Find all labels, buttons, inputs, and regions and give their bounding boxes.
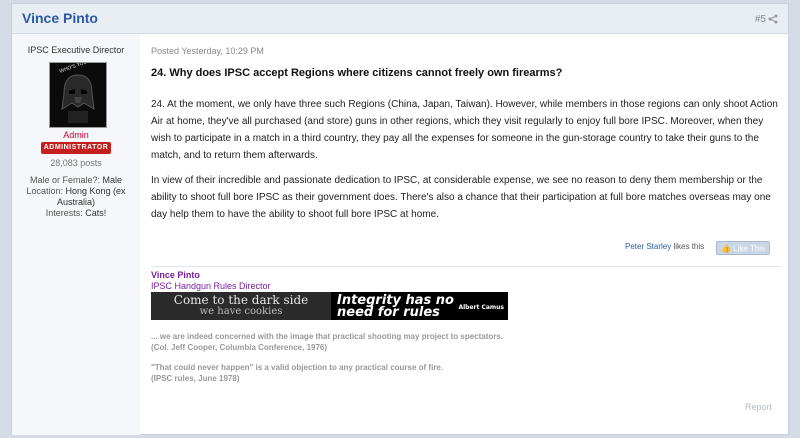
field-value: Cats! bbox=[85, 208, 107, 218]
avatar[interactable]: WHO'S YOUR DADDY? bbox=[49, 62, 107, 128]
quote-source: (IPSC rules, June 1978) bbox=[151, 374, 240, 383]
post-paragraph-2: In view of their incredible and passiona… bbox=[151, 175, 771, 220]
signature-quote-2: "That could never happen" is a valid obj… bbox=[151, 362, 443, 384]
signature-name: Vince Pinto bbox=[151, 270, 200, 280]
like-button[interactable]: 👍 Like This bbox=[716, 241, 770, 255]
user-title: IPSC Executive Director bbox=[27, 45, 125, 55]
likes-text: Peter Starley likes this bbox=[625, 242, 704, 251]
profile-fields: Male or Female?: Male Location: Hong Kon… bbox=[12, 175, 140, 219]
post-paragraph-1: 24. At the moment, we only have three su… bbox=[151, 99, 778, 161]
role-badge: ADMINISTRATOR bbox=[41, 142, 111, 154]
post-count: 28,083 posts bbox=[50, 158, 102, 168]
post-header: Vince Pinto #5 bbox=[12, 4, 788, 34]
profile-field-location: Location: Hong Kong (ex Australia) bbox=[12, 186, 140, 208]
thumbs-up-icon: 👍 bbox=[720, 244, 731, 253]
quote-text: "That could never happen" is a valid obj… bbox=[151, 363, 444, 372]
signature-banner-integrity: Integrity has no need for rules Albert C… bbox=[331, 292, 508, 320]
banner-line-2: we have cookies bbox=[199, 306, 283, 317]
post-question: 24. Why does IPSC accept Regions where c… bbox=[151, 67, 563, 79]
forum-post: Vince Pinto #5 IPSC Executive Director W… bbox=[11, 3, 789, 435]
post-timestamp: Posted Yesterday, 10:29 PM bbox=[151, 46, 264, 56]
author-sidebar: IPSC Executive Director WHO'S YOUR DADDY… bbox=[12, 34, 140, 435]
signature-title: IPSC Handgun Rules Director bbox=[151, 281, 271, 291]
profile-field-interests: Interests: Cats! bbox=[12, 208, 140, 219]
field-label: Interests: bbox=[45, 208, 83, 218]
likes-suffix: likes this bbox=[671, 242, 705, 251]
author-name-link[interactable]: Vince Pinto bbox=[22, 10, 98, 26]
liker-link[interactable]: Peter Starley bbox=[625, 242, 671, 251]
field-label: Male or Female?: bbox=[29, 175, 100, 185]
profile-field-gender: Male or Female?: Male bbox=[12, 175, 140, 186]
user-role: Admin bbox=[63, 130, 89, 140]
like-button-label: Like This bbox=[733, 244, 766, 253]
share-icon[interactable] bbox=[768, 14, 778, 24]
darth-vader-avatar-image: WHO'S YOUR DADDY? bbox=[50, 63, 106, 127]
signature-divider bbox=[151, 266, 781, 267]
signature-banner-dark-side: Come to the dark side we have cookies bbox=[151, 292, 331, 320]
post-number-link[interactable]: #5 bbox=[755, 14, 766, 25]
signature-quote-1: ... we are indeed concerned with the ima… bbox=[151, 331, 503, 353]
quote-source: (Col. Jeff Cooper, Columbia Conference, … bbox=[151, 343, 328, 352]
report-link[interactable]: Report bbox=[745, 402, 772, 412]
field-value: Male bbox=[102, 175, 123, 185]
banner-line-2: need for rules bbox=[337, 305, 440, 320]
banner-attribution: Albert Camus bbox=[458, 304, 504, 311]
field-label: Location: bbox=[26, 186, 63, 196]
banner-line-1: Come to the dark side bbox=[173, 293, 309, 307]
quote-text: ... we are indeed concerned with the ima… bbox=[151, 332, 504, 341]
field-value: Hong Kong (ex Australia) bbox=[56, 186, 126, 207]
